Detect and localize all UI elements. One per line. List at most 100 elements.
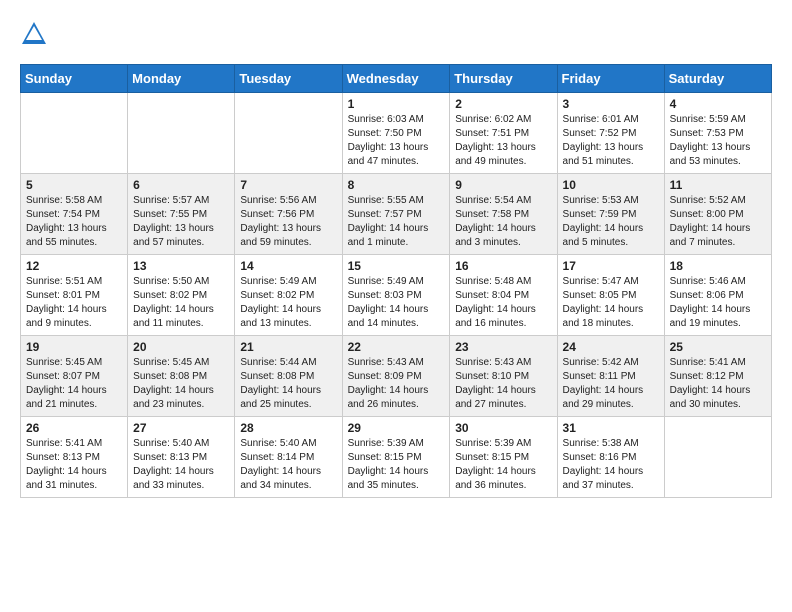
day-number: 27 bbox=[133, 421, 229, 435]
day-info: Sunrise: 5:57 AM Sunset: 7:55 PM Dayligh… bbox=[133, 194, 229, 250]
calendar-week-row: 12 Sunrise: 5:51 AM Sunset: 8:01 PM Dayli… bbox=[21, 255, 772, 336]
day-number: 29 bbox=[348, 421, 445, 435]
day-number: 13 bbox=[133, 259, 229, 273]
calendar-cell: 2Sunrise: 6:02 AM Sunset: 7:51 PM Daylig… bbox=[450, 93, 557, 174]
calendar-cell bbox=[664, 417, 771, 498]
day-number: 23 bbox=[455, 340, 551, 354]
day-number: 28 bbox=[240, 421, 336, 435]
day-number: 25 bbox=[670, 340, 766, 354]
weekday-header-saturday: Saturday bbox=[664, 65, 771, 93]
calendar-cell: 30 Sunrise: 5:39 AM Sunset: 8:15 PM Dayli… bbox=[450, 417, 557, 498]
day-info: Sunrise: 5:45 AM Sunset: 8:07 PM Dayligh… bbox=[26, 356, 122, 412]
day-number: 18 bbox=[670, 259, 766, 273]
day-number: 8 bbox=[348, 178, 445, 192]
day-info: Sunrise: 5:41 AM Sunset: 8:12 PM Dayligh… bbox=[670, 356, 766, 412]
calendar-cell: 5Sunrise: 5:58 AM Sunset: 7:54 PM Daylig… bbox=[21, 174, 128, 255]
calendar-cell: 12 Sunrise: 5:51 AM Sunset: 8:01 PM Dayli… bbox=[21, 255, 128, 336]
weekday-header-wednesday: Wednesday bbox=[342, 65, 450, 93]
day-number: 1 bbox=[348, 97, 445, 111]
day-info: Sunrise: 5:49 AM Sunset: 8:02 PM Dayligh… bbox=[240, 275, 336, 331]
day-info: Sunrise: 5:38 AM Sunset: 8:16 PM Dayligh… bbox=[563, 437, 659, 493]
calendar-cell: 8 Sunrise: 5:55 AM Sunset: 7:57 PM Daylig… bbox=[342, 174, 450, 255]
calendar-week-row: 19 Sunrise: 5:45 AM Sunset: 8:07 PM Dayli… bbox=[21, 336, 772, 417]
weekday-header-row: SundayMondayTuesdayWednesdayThursdayFrid… bbox=[21, 65, 772, 93]
day-info: Sunrise: 5:50 AM Sunset: 8:02 PM Dayligh… bbox=[133, 275, 229, 331]
day-number: 24 bbox=[563, 340, 659, 354]
day-number: 7 bbox=[240, 178, 336, 192]
calendar-cell: 6 Sunrise: 5:57 AM Sunset: 7:55 PM Daylig… bbox=[128, 174, 235, 255]
calendar-cell: 4 Sunrise: 5:59 AM Sunset: 7:53 PM Daylig… bbox=[664, 93, 771, 174]
day-number: 30 bbox=[455, 421, 551, 435]
day-number: 14 bbox=[240, 259, 336, 273]
calendar-cell: 7 Sunrise: 5:56 AM Sunset: 7:56 PM Daylig… bbox=[235, 174, 342, 255]
day-info: Sunrise: 5:51 AM Sunset: 8:01 PM Dayligh… bbox=[26, 275, 122, 331]
calendar-cell bbox=[235, 93, 342, 174]
calendar-week-row: 1 Sunrise: 6:03 AM Sunset: 7:50 PM Daylig… bbox=[21, 93, 772, 174]
day-number: 19 bbox=[26, 340, 122, 354]
calendar-week-row: 5Sunrise: 5:58 AM Sunset: 7:54 PM Daylig… bbox=[21, 174, 772, 255]
day-number: 20 bbox=[133, 340, 229, 354]
day-info: Sunrise: 5:44 AM Sunset: 8:08 PM Dayligh… bbox=[240, 356, 336, 412]
calendar-cell: 29 Sunrise: 5:39 AM Sunset: 8:15 PM Dayli… bbox=[342, 417, 450, 498]
day-number: 5 bbox=[26, 178, 122, 192]
calendar-cell: 17 Sunrise: 5:47 AM Sunset: 8:05 PM Dayli… bbox=[557, 255, 664, 336]
day-info: Sunrise: 5:47 AM Sunset: 8:05 PM Dayligh… bbox=[563, 275, 659, 331]
calendar-cell: 3 Sunrise: 6:01 AM Sunset: 7:52 PM Daylig… bbox=[557, 93, 664, 174]
day-info: Sunrise: 5:46 AM Sunset: 8:06 PM Dayligh… bbox=[670, 275, 766, 331]
day-info: Sunrise: 5:54 AM Sunset: 7:58 PM Dayligh… bbox=[455, 194, 551, 250]
calendar-cell: 16Sunrise: 5:48 AM Sunset: 8:04 PM Dayli… bbox=[450, 255, 557, 336]
calendar-cell: 31 Sunrise: 5:38 AM Sunset: 8:16 PM Dayli… bbox=[557, 417, 664, 498]
day-number: 21 bbox=[240, 340, 336, 354]
calendar-cell: 13 Sunrise: 5:50 AM Sunset: 8:02 PM Dayli… bbox=[128, 255, 235, 336]
calendar-cell: 14 Sunrise: 5:49 AM Sunset: 8:02 PM Dayli… bbox=[235, 255, 342, 336]
day-info: Sunrise: 5:52 AM Sunset: 8:00 PM Dayligh… bbox=[670, 194, 766, 250]
day-number: 26 bbox=[26, 421, 122, 435]
day-info: Sunrise: 5:56 AM Sunset: 7:56 PM Dayligh… bbox=[240, 194, 336, 250]
day-number: 12 bbox=[26, 259, 122, 273]
day-info: Sunrise: 5:48 AM Sunset: 8:04 PM Dayligh… bbox=[455, 275, 551, 331]
day-info: Sunrise: 5:55 AM Sunset: 7:57 PM Dayligh… bbox=[348, 194, 445, 250]
day-info: Sunrise: 6:03 AM Sunset: 7:50 PM Dayligh… bbox=[348, 113, 445, 169]
calendar-table: SundayMondayTuesdayWednesdayThursdayFrid… bbox=[20, 64, 772, 498]
calendar-cell: 18 Sunrise: 5:46 AM Sunset: 8:06 PM Dayli… bbox=[664, 255, 771, 336]
calendar-cell: 1 Sunrise: 6:03 AM Sunset: 7:50 PM Daylig… bbox=[342, 93, 450, 174]
calendar-cell: 20 Sunrise: 5:45 AM Sunset: 8:08 PM Dayli… bbox=[128, 336, 235, 417]
day-info: Sunrise: 5:40 AM Sunset: 8:13 PM Dayligh… bbox=[133, 437, 229, 493]
day-number: 17 bbox=[563, 259, 659, 273]
day-info: Sunrise: 5:41 AM Sunset: 8:13 PM Dayligh… bbox=[26, 437, 122, 493]
day-info: Sunrise: 5:39 AM Sunset: 8:15 PM Dayligh… bbox=[348, 437, 445, 493]
day-info: Sunrise: 5:45 AM Sunset: 8:08 PM Dayligh… bbox=[133, 356, 229, 412]
calendar-cell: 26 Sunrise: 5:41 AM Sunset: 8:13 PM Dayli… bbox=[21, 417, 128, 498]
calendar-cell: 24 Sunrise: 5:42 AM Sunset: 8:11 PM Dayli… bbox=[557, 336, 664, 417]
day-info: Sunrise: 5:43 AM Sunset: 8:10 PM Dayligh… bbox=[455, 356, 551, 412]
calendar-cell: 11 Sunrise: 5:52 AM Sunset: 8:00 PM Dayli… bbox=[664, 174, 771, 255]
day-number: 2 bbox=[455, 97, 551, 111]
day-number: 22 bbox=[348, 340, 445, 354]
day-number: 31 bbox=[563, 421, 659, 435]
day-number: 10 bbox=[563, 178, 659, 192]
page-header bbox=[20, 20, 772, 48]
calendar-cell bbox=[21, 93, 128, 174]
calendar-cell: 27 Sunrise: 5:40 AM Sunset: 8:13 PM Dayli… bbox=[128, 417, 235, 498]
calendar-cell: 23 Sunrise: 5:43 AM Sunset: 8:10 PM Dayli… bbox=[450, 336, 557, 417]
day-number: 9 bbox=[455, 178, 551, 192]
day-info: Sunrise: 5:43 AM Sunset: 8:09 PM Dayligh… bbox=[348, 356, 445, 412]
day-info: Sunrise: 6:01 AM Sunset: 7:52 PM Dayligh… bbox=[563, 113, 659, 169]
day-number: 3 bbox=[563, 97, 659, 111]
weekday-header-thursday: Thursday bbox=[450, 65, 557, 93]
calendar-week-row: 26 Sunrise: 5:41 AM Sunset: 8:13 PM Dayli… bbox=[21, 417, 772, 498]
calendar-cell bbox=[128, 93, 235, 174]
day-info: Sunrise: 5:39 AM Sunset: 8:15 PM Dayligh… bbox=[455, 437, 551, 493]
weekday-header-tuesday: Tuesday bbox=[235, 65, 342, 93]
day-info: Sunrise: 5:42 AM Sunset: 8:11 PM Dayligh… bbox=[563, 356, 659, 412]
calendar-cell: 21 Sunrise: 5:44 AM Sunset: 8:08 PM Dayli… bbox=[235, 336, 342, 417]
calendar-cell: 19 Sunrise: 5:45 AM Sunset: 8:07 PM Dayli… bbox=[21, 336, 128, 417]
day-info: Sunrise: 5:59 AM Sunset: 7:53 PM Dayligh… bbox=[670, 113, 766, 169]
logo bbox=[20, 20, 52, 48]
calendar-cell: 9 Sunrise: 5:54 AM Sunset: 7:58 PM Daylig… bbox=[450, 174, 557, 255]
calendar-cell: 28Sunrise: 5:40 AM Sunset: 8:14 PM Dayli… bbox=[235, 417, 342, 498]
day-number: 4 bbox=[670, 97, 766, 111]
day-number: 11 bbox=[670, 178, 766, 192]
day-number: 6 bbox=[133, 178, 229, 192]
day-info: Sunrise: 5:53 AM Sunset: 7:59 PM Dayligh… bbox=[563, 194, 659, 250]
